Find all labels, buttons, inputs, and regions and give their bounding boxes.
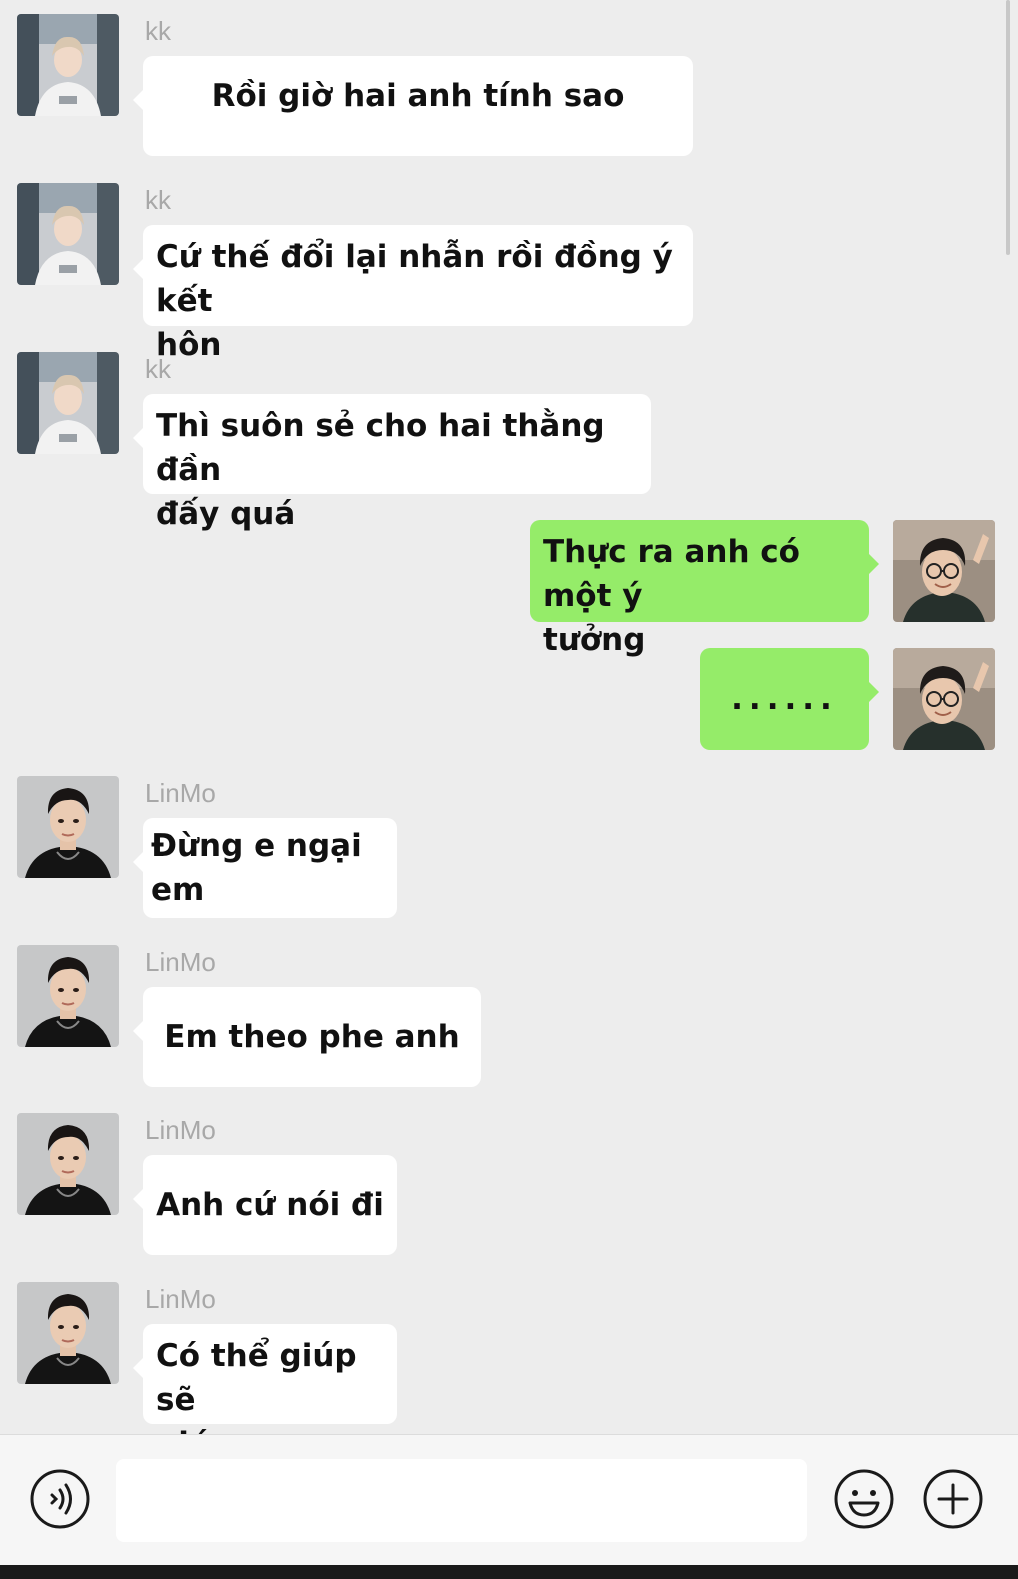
sender-name: LinMo: [145, 778, 216, 808]
input-bar: [0, 1434, 1018, 1565]
bottom-edge: [0, 1565, 1018, 1579]
sender-name: LinMo: [145, 1284, 216, 1314]
scrollbar[interactable]: [1006, 0, 1010, 255]
kk-avatar[interactable]: [17, 14, 119, 116]
message-text: Có thể giúp sẽ: [156, 1338, 357, 1418]
sender-name: LinMo: [145, 947, 216, 977]
chat-message-list[interactable]: kk Rồi giờ hai anh tính sao kk Cứ thế đổ…: [0, 0, 1018, 1434]
plus-icon: [923, 1469, 983, 1529]
voice-button[interactable]: [29, 1468, 91, 1530]
emoji-icon: [834, 1469, 894, 1529]
message-row: ......: [0, 648, 1018, 750]
kk-avatar[interactable]: [17, 352, 119, 454]
linmo-avatar[interactable]: [17, 776, 119, 878]
message-bubble[interactable]: ......: [700, 648, 879, 750]
message-bubble[interactable]: Anh cứ nói đi: [133, 1155, 397, 1255]
message-text: ......: [731, 681, 838, 717]
message-row: kk Thì suôn sẻ cho hai thằng đần đấy quá: [0, 352, 1018, 532]
emoji-button[interactable]: [833, 1468, 895, 1530]
message-bubble[interactable]: Cứ thế đổi lại nhẫn rồi đồng ý kết hôn: [133, 225, 693, 363]
self-avatar[interactable]: [893, 648, 995, 750]
message-bubble[interactable]: Em theo phe anh: [133, 987, 481, 1087]
message-text: Em theo phe anh: [164, 1019, 460, 1055]
sender-name: LinMo: [145, 1115, 216, 1145]
message-text: Anh cứ nói đi: [156, 1187, 384, 1223]
self-avatar[interactable]: [893, 520, 995, 622]
linmo-avatar[interactable]: [17, 1113, 119, 1215]
message-text: giúp: [156, 1422, 384, 1434]
message-row: LinMo Đừng e ngại em: [0, 776, 1018, 918]
message-row: kk Rồi giờ hai anh tính sao: [0, 14, 1018, 156]
plus-button[interactable]: [922, 1468, 984, 1530]
message-text: Rồi giờ hai anh tính sao: [211, 78, 625, 114]
message-row: LinMo Có thể giúp sẽ giúp: [0, 1282, 1018, 1434]
linmo-avatar[interactable]: [17, 1282, 119, 1384]
message-row: LinMo Em theo phe anh: [0, 945, 1018, 1087]
message-row: kk Cứ thế đổi lại nhẫn rồi đồng ý kết hô…: [0, 183, 1018, 363]
message-bubble[interactable]: Thực ra anh có một ý tưởng: [530, 520, 879, 658]
message-bubble[interactable]: Rồi giờ hai anh tính sao: [133, 56, 693, 156]
message-row: Thực ra anh có một ý tưởng: [0, 520, 1018, 658]
message-row: LinMo Anh cứ nói đi: [0, 1113, 1018, 1255]
message-bubble[interactable]: Đừng e ngại em: [133, 818, 397, 918]
voice-icon: [30, 1469, 90, 1529]
kk-avatar[interactable]: [17, 183, 119, 285]
sender-name: kk: [145, 16, 171, 46]
message-input[interactable]: [116, 1459, 807, 1542]
linmo-avatar[interactable]: [17, 945, 119, 1047]
sender-name: kk: [145, 185, 171, 215]
sender-name: kk: [145, 354, 171, 384]
message-text: Thực ra anh có một ý: [543, 534, 800, 614]
message-bubble[interactable]: Thì suôn sẻ cho hai thằng đần đấy quá: [133, 394, 651, 532]
message-text: Đừng e ngại em: [151, 828, 362, 908]
message-text: Thì suôn sẻ cho hai thằng đần: [156, 408, 605, 488]
message-text: Cứ thế đổi lại nhẫn rồi đồng ý kết: [156, 239, 673, 319]
message-bubble[interactable]: Có thể giúp sẽ giúp: [133, 1324, 397, 1434]
